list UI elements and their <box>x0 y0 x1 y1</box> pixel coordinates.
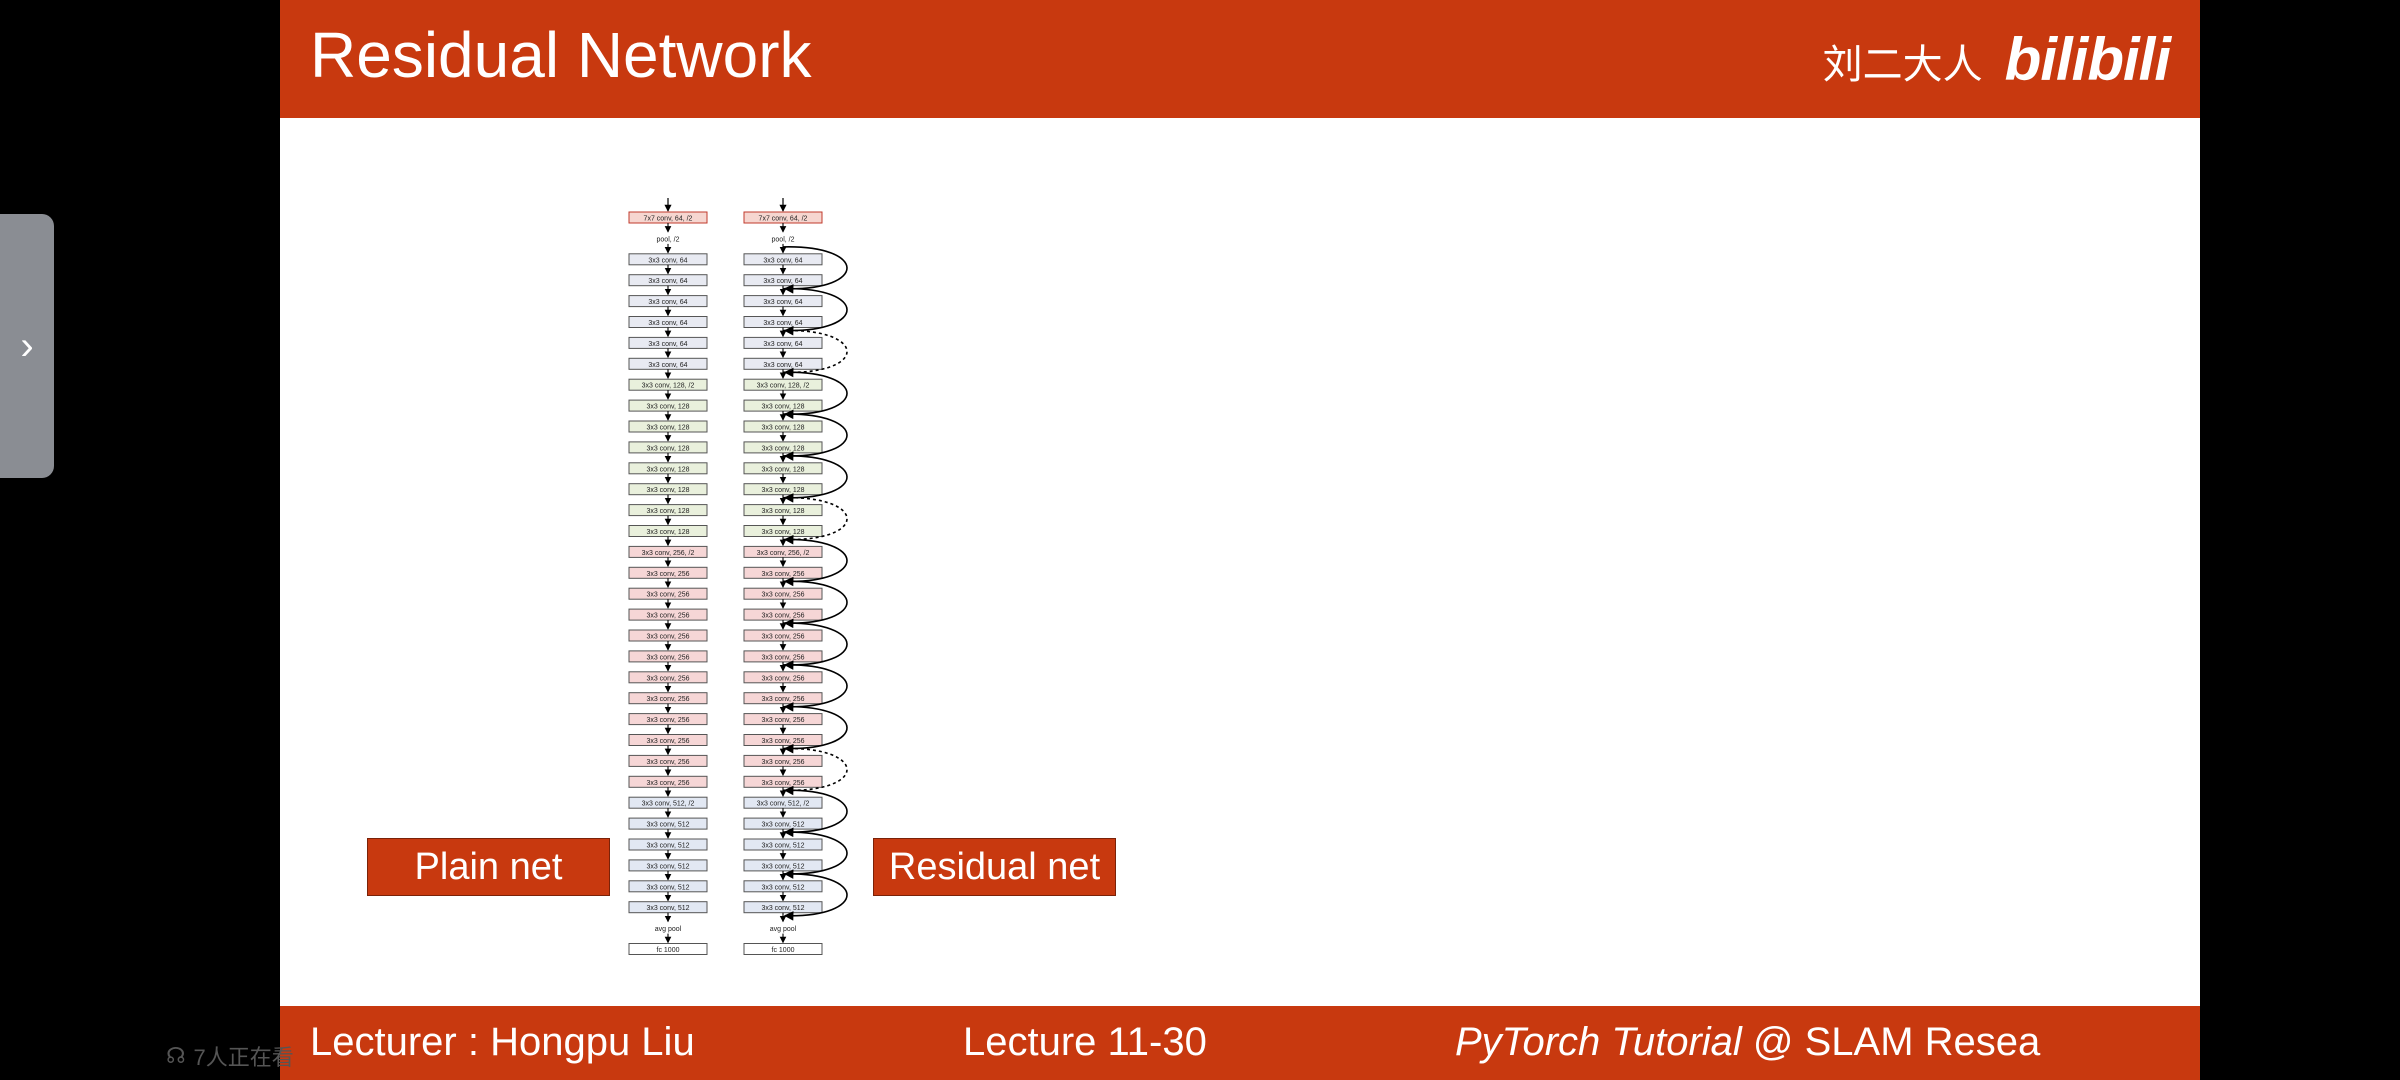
plain-net-label: Plain net <box>367 838 610 896</box>
residual-layer-label: 3x3 conv, 512 <box>761 843 804 850</box>
plain-layer-label: 3x3 conv, 256 <box>646 592 689 599</box>
residual-layer-label: 3x3 conv, 64 <box>763 299 802 306</box>
residual-layer-label: 3x3 conv, 512 <box>761 884 804 891</box>
residual-layer-label: 3x3 conv, 256 <box>761 613 804 620</box>
residual-layer-label: 3x3 conv, 128 <box>761 425 804 432</box>
lecture-number: Lecture 11-30 <box>963 1020 1207 1064</box>
plain-layer-label: 3x3 conv, 256 <box>646 759 689 766</box>
viewer-count: ☊ 7人正在看 <box>166 1040 294 1072</box>
plain-layer-label: 3x3 conv, 64 <box>648 278 687 285</box>
slide: Residual Network 刘二大人 bilibili 7x7 conv,… <box>280 0 2200 1080</box>
residual-layer-label: 3x3 conv, 512 <box>761 905 804 912</box>
tutorial-text: PyTorch Tutorial @ SLAM Resea <box>1455 1020 2040 1065</box>
plain-layer-label: pool, /2 <box>657 236 680 243</box>
plain-layer-label: 3x3 conv, 256 <box>646 654 689 661</box>
viewers-icon: ☊ <box>166 1043 186 1068</box>
slide-footer: Lecturer : Hongpu Liu Lecture 11-30 PyTo… <box>280 1006 2200 1080</box>
plain-layer-label: 3x3 conv, 64 <box>648 341 687 348</box>
plain-layer-label: 3x3 conv, 128 <box>646 425 689 432</box>
residual-layer-label: 3x3 conv, 128 <box>761 508 804 515</box>
plain-layer-label: avg pool <box>655 926 682 933</box>
residual-layer-label: pool, /2 <box>772 236 795 243</box>
plain-layer-label: 3x3 conv, 128 <box>646 404 689 411</box>
plain-layer-label: 3x3 conv, 128 <box>646 445 689 452</box>
plain-layer-label: 3x3 conv, 128 <box>646 466 689 473</box>
residual-layer-label: 3x3 conv, 256 <box>761 738 804 745</box>
plain-layer-label: 3x3 conv, 64 <box>648 320 687 327</box>
plain-layer-label: 3x3 conv, 512 <box>646 905 689 912</box>
residual-layer-label: 3x3 conv, 256 <box>761 717 804 724</box>
residual-layer-label: 3x3 conv, 128 <box>761 404 804 411</box>
plain-layer-label: 3x3 conv, 64 <box>648 299 687 306</box>
viewer-count-text: 7人正在看 <box>193 1045 294 1070</box>
plain-layer-label: 3x3 conv, 64 <box>648 362 687 369</box>
plain-layer-label: 7x7 conv, 64, /2 <box>644 216 693 223</box>
residual-layer-label: 3x3 conv, 256 <box>761 780 804 787</box>
plain-layer-label: 3x3 conv, 512 <box>646 884 689 891</box>
residual-layer-label: 3x3 conv, 256 <box>761 759 804 766</box>
resnet-diagram: 7x7 conv, 64, /2 pool, /2 3x3 conv, 64 3x3 … <box>628 198 848 955</box>
residual-layer-label: 3x3 conv, 128 <box>761 466 804 473</box>
residual-layer-label: 3x3 conv, 256 <box>761 696 804 703</box>
plain-layer-label: 3x3 conv, 128, /2 <box>642 383 695 390</box>
residual-net-label: Residual net <box>873 838 1116 896</box>
plain-layer-label: 3x3 conv, 128 <box>646 487 689 494</box>
plain-layer-label: 3x3 conv, 64 <box>648 257 687 264</box>
plain-layer-label: 3x3 conv, 256 <box>646 634 689 641</box>
plain-layer-label: 3x3 conv, 256 <box>646 613 689 620</box>
residual-layer-label: 3x3 conv, 128 <box>761 487 804 494</box>
plain-layer-label: 3x3 conv, 256 <box>646 571 689 578</box>
residual-layer-label: 3x3 conv, 64 <box>763 341 802 348</box>
tutorial-rest: @ SLAM Resea <box>1741 1020 2041 1064</box>
residual-layer-label: 3x3 conv, 64 <box>763 362 802 369</box>
residual-layer-label: avg pool <box>770 926 797 933</box>
plain-layer-label: fc 1000 <box>657 947 680 954</box>
residual-layer-label: 3x3 conv, 512 <box>761 822 804 829</box>
residual-layer-label: 3x3 conv, 64 <box>763 320 802 327</box>
residual-layer-label: 3x3 conv, 256, /2 <box>757 550 810 557</box>
plain-layer-label: 3x3 conv, 256, /2 <box>642 550 695 557</box>
plain-layer-label: 3x3 conv, 512 <box>646 822 689 829</box>
residual-layer-label: 3x3 conv, 128 <box>761 529 804 536</box>
plain-layer-label: 3x3 conv, 512, /2 <box>642 801 695 808</box>
plain-layer-label: 3x3 conv, 256 <box>646 675 689 682</box>
plain-layer-label: 3x3 conv, 512 <box>646 863 689 870</box>
plain-layer-label: 3x3 conv, 256 <box>646 738 689 745</box>
residual-layer-label: 3x3 conv, 256 <box>761 675 804 682</box>
residual-layer-label: 3x3 conv, 256 <box>761 592 804 599</box>
plain-layer-label: 3x3 conv, 256 <box>646 717 689 724</box>
residual-layer-label: fc 1000 <box>772 947 795 954</box>
residual-layer-label: 3x3 conv, 512, /2 <box>757 801 810 808</box>
plain-layer-label: 3x3 conv, 128 <box>646 529 689 536</box>
residual-layer-label: 3x3 conv, 64 <box>763 278 802 285</box>
plain-layer-label: 3x3 conv, 512 <box>646 843 689 850</box>
residual-layer-label: 7x7 conv, 64, /2 <box>759 216 808 223</box>
chevron-right-icon: › <box>20 323 34 368</box>
residual-layer-label: 3x3 conv, 64 <box>763 257 802 264</box>
residual-layer-label: 3x3 conv, 128 <box>761 445 804 452</box>
plain-layer-label: 3x3 conv, 256 <box>646 696 689 703</box>
tutorial-italic: PyTorch Tutorial <box>1455 1020 1742 1064</box>
plain-layer-label: 3x3 conv, 256 <box>646 780 689 787</box>
residual-layer-label: 3x3 conv, 256 <box>761 571 804 578</box>
residual-layer-label: 3x3 conv, 256 <box>761 634 804 641</box>
residual-layer-label: 3x3 conv, 512 <box>761 863 804 870</box>
expand-panel-button[interactable]: › <box>0 214 54 478</box>
residual-layer-label: 3x3 conv, 256 <box>761 654 804 661</box>
lecturer-text: Lecturer : Hongpu Liu <box>310 1020 695 1064</box>
residual-layer-label: 3x3 conv, 128, /2 <box>757 383 810 390</box>
plain-layer-label: 3x3 conv, 128 <box>646 508 689 515</box>
